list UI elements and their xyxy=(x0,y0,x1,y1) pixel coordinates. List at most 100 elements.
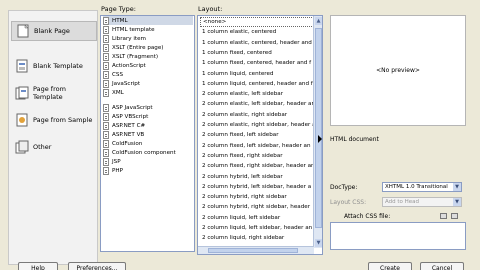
layout-vertical-scrollbar[interactable]: ▲ ▼ xyxy=(313,16,322,248)
chevron-down-icon: ▼ xyxy=(453,183,461,191)
category-blank-template[interactable]: Blank Template xyxy=(11,56,97,76)
file-icon xyxy=(103,34,109,43)
category-label: Page from Template xyxy=(33,85,66,101)
preferences-button[interactable]: Preferences... xyxy=(68,262,126,270)
page-type-item-label: PHP xyxy=(112,167,123,174)
layout-css-value: Add to Head xyxy=(385,199,420,205)
layout-item[interactable]: 1 column elastic, centered xyxy=(200,27,314,37)
blank-page-icon xyxy=(16,24,30,38)
page-type-item[interactable]: JSP xyxy=(103,157,193,166)
category-list: Blank Page Blank Template Page from Temp… xyxy=(8,10,98,265)
create-button[interactable]: Create xyxy=(368,262,412,270)
layout-item[interactable]: 2 column fixed, right sidebar, header an xyxy=(200,161,314,171)
page-type-item[interactable]: HTML template xyxy=(103,25,193,34)
layout-css-select[interactable]: Add to Head ▼ xyxy=(382,197,462,207)
page-type-item[interactable]: ASP JavaScript xyxy=(103,103,193,112)
layout-item[interactable]: 2 column hybrid, left sidebar xyxy=(200,172,314,182)
file-icon xyxy=(103,139,109,148)
category-other[interactable]: Other xyxy=(11,137,97,157)
file-icon xyxy=(103,130,109,139)
help-button[interactable]: Help xyxy=(18,262,58,270)
file-icon xyxy=(103,43,109,52)
scroll-up-icon[interactable]: ▲ xyxy=(315,17,322,25)
page-type-item-label: ColdFusion xyxy=(112,140,143,147)
attach-css-toolbar xyxy=(440,213,458,219)
page-type-item-label: ColdFusion component xyxy=(112,149,176,156)
layout-horizontal-scrollbar[interactable] xyxy=(198,246,314,254)
page-type-item-label: XSLT (Fragment) xyxy=(112,53,159,60)
page-type-item[interactable]: ActionScript xyxy=(103,61,193,70)
page-type-item[interactable]: ColdFusion xyxy=(103,139,193,148)
page-type-item[interactable]: JavaScript xyxy=(103,79,193,88)
category-page-from-sample[interactable]: Page from Sample xyxy=(11,110,97,130)
layout-item[interactable]: 2 column hybrid, left sidebar, header a xyxy=(200,182,314,192)
scroll-thumb[interactable] xyxy=(208,248,298,253)
layout-item[interactable]: 2 column fixed, right sidebar xyxy=(200,151,314,161)
layout-item[interactable]: 2 column hybrid, right sidebar xyxy=(200,192,314,202)
scroll-thumb[interactable] xyxy=(315,28,322,228)
layout-item[interactable]: 2 column fixed, left sidebar, header an xyxy=(200,141,314,151)
page-type-item-label: CSS xyxy=(112,71,124,78)
layout-item[interactable]: 2 column elastic, right sidebar, header … xyxy=(200,120,314,130)
page-type-item-label: ASP.NET C# xyxy=(112,122,146,129)
page-type-item[interactable]: ColdFusion component xyxy=(103,148,193,157)
category-page-from-template[interactable]: Page from Template xyxy=(11,83,97,103)
page-type-item-label: ASP VBScript xyxy=(112,113,149,120)
layout-list[interactable]: <none> 1 column elastic, centered 1 column… xyxy=(197,15,323,255)
category-label: Other xyxy=(33,143,52,151)
layout-item[interactable]: 2 column elastic, left sidebar xyxy=(200,89,314,99)
other-icon xyxy=(15,140,29,154)
layout-item[interactable]: 2 column hybrid, right sidebar, header xyxy=(200,202,314,212)
page-type-item-label: ASP JavaScript xyxy=(112,104,153,111)
layout-label: Layout: xyxy=(198,5,223,13)
file-icon xyxy=(103,25,109,34)
file-icon xyxy=(103,166,109,175)
cancel-button[interactable]: Cancel xyxy=(420,262,464,270)
description-text: HTML document xyxy=(330,136,379,143)
layout-item[interactable]: 1 column fixed, centered, header and f xyxy=(200,58,314,68)
layout-item[interactable]: 1 column liquid, centered xyxy=(200,69,314,79)
page-type-item[interactable]: XSLT (Fragment) xyxy=(103,52,193,61)
file-icon xyxy=(103,52,109,61)
page-type-item[interactable]: Library item xyxy=(103,34,193,43)
attach-css-list[interactable] xyxy=(330,222,466,250)
layout-item[interactable]: 2 column elastic, left sidebar, header a… xyxy=(200,99,314,109)
blank-template-icon xyxy=(15,59,29,73)
layout-item[interactable]: 1 column fixed, centered xyxy=(200,48,314,58)
doctype-value: XHTML 1.0 Transitional xyxy=(385,184,448,190)
layout-item[interactable]: 2 column liquid, left sidebar xyxy=(200,213,314,223)
page-type-item[interactable]: HTML xyxy=(103,16,193,25)
layout-css-row: Layout CSS: Add to Head ▼ xyxy=(330,197,462,207)
layout-item[interactable]: 2 column liquid, left sidebar, header an xyxy=(200,223,314,233)
category-blank-page[interactable]: Blank Page xyxy=(11,21,97,41)
layout-item[interactable]: 2 column fixed, left sidebar xyxy=(200,130,314,140)
file-icon xyxy=(103,157,109,166)
layout-item[interactable]: 2 column elastic, right sidebar xyxy=(200,110,314,120)
file-icon xyxy=(103,112,109,121)
preview-pane: <No preview> xyxy=(330,15,466,126)
page-type-item[interactable]: ASP.NET C# xyxy=(103,121,193,130)
layout-item[interactable]: 1 column elastic, centered, header and xyxy=(200,38,314,48)
page-type-list[interactable]: HTML HTML template Library item XSLT (Entir… xyxy=(100,15,195,252)
layout-item[interactable]: 1 column liquid, centered, header and f xyxy=(200,79,314,89)
page-type-item-label: ActionScript xyxy=(112,62,146,69)
page-type-item[interactable]: XSLT (Entire page) xyxy=(103,43,193,52)
doctype-label: DocType: xyxy=(330,183,358,191)
layout-item[interactable]: 2 column liquid, right sidebar xyxy=(200,233,314,243)
page-type-item[interactable]: ASP VBScript xyxy=(103,112,193,121)
file-icon xyxy=(103,121,109,130)
link-css-icon[interactable] xyxy=(440,213,447,219)
scroll-down-icon[interactable]: ▼ xyxy=(315,239,322,247)
page-type-item[interactable]: XML xyxy=(103,88,193,97)
doctype-select[interactable]: XHTML 1.0 Transitional ▼ xyxy=(382,182,462,192)
file-icon xyxy=(103,79,109,88)
page-type-label: Page Type: xyxy=(101,5,136,13)
page-type-item[interactable]: PHP xyxy=(103,166,193,175)
page-type-item[interactable]: CSS xyxy=(103,70,193,79)
page-template-icon xyxy=(15,86,29,100)
page-type-item[interactable]: ASP.NET VB xyxy=(103,130,193,139)
layout-css-label: Layout CSS: xyxy=(330,198,367,206)
layout-item[interactable]: <none> xyxy=(200,17,314,27)
page-type-item-label: XSLT (Entire page) xyxy=(112,44,164,51)
trash-icon[interactable] xyxy=(451,213,458,219)
